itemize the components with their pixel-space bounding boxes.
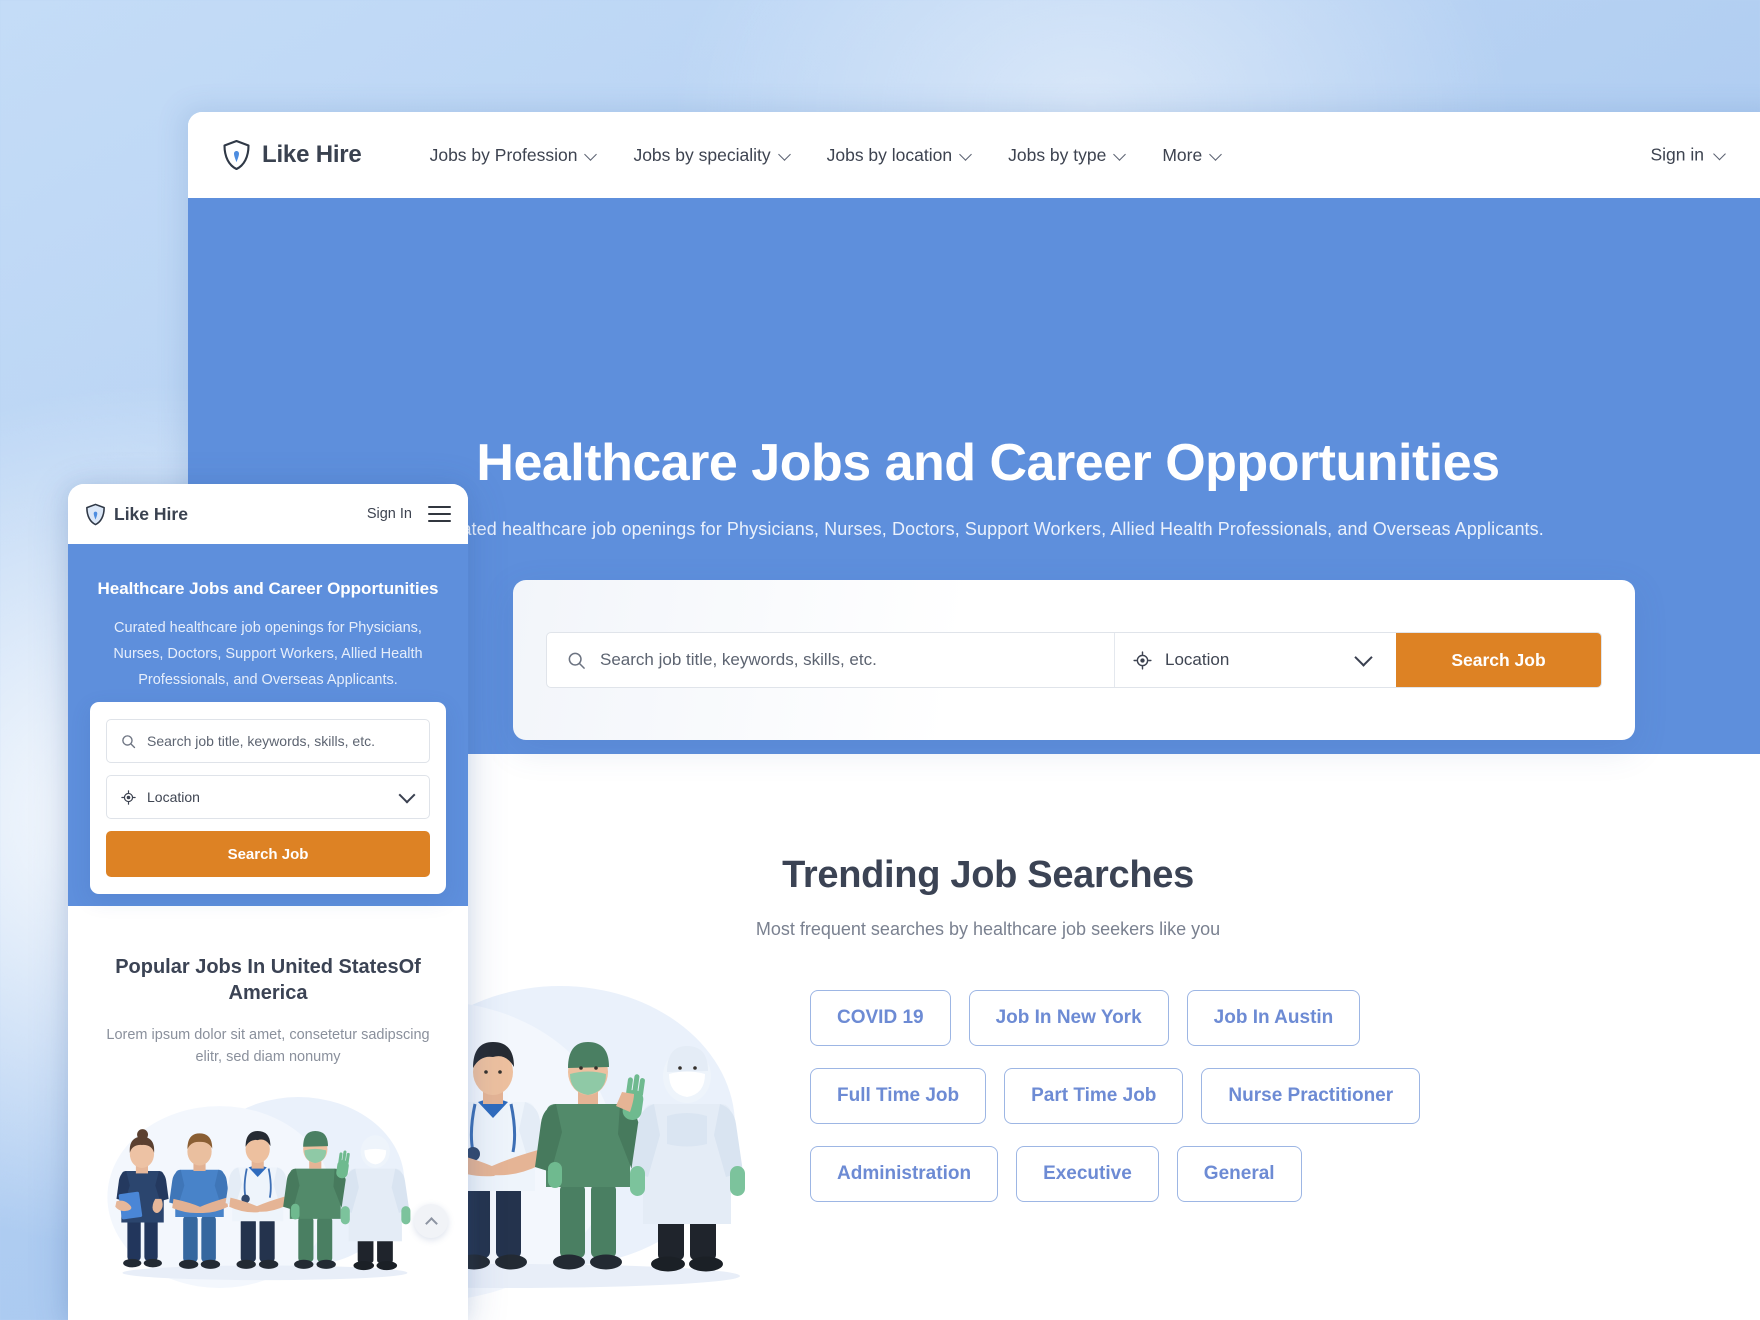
- mobile-device-mock: Like Hire Sign In Healthcare Jobs and Ca…: [68, 484, 468, 1320]
- search-job-button-label: Search Job: [1451, 649, 1546, 670]
- search-icon: [121, 734, 136, 749]
- desktop-navbar: Like Hire Jobs by Profession Jobs by spe…: [188, 112, 1760, 198]
- mobile-page-title: Healthcare Jobs and Career Opportunities: [97, 579, 439, 598]
- tag-label: Full Time Job: [837, 1085, 960, 1106]
- tag-full-time-job[interactable]: Full Time Job: [810, 1068, 987, 1124]
- tag-label: Executive: [1043, 1163, 1132, 1184]
- location-select[interactable]: Location: [1115, 633, 1396, 687]
- mobile-search-card: Search job title, keywords, skills, etc.…: [90, 702, 446, 894]
- mobile-navbar: Like Hire Sign In: [68, 484, 468, 544]
- search-card: Search job title, keywords, skills, etc.…: [513, 580, 1635, 740]
- tag-part-time-job[interactable]: Part Time Job: [1004, 1068, 1184, 1124]
- chevron-down-icon: [1115, 150, 1126, 161]
- desktop-nav-links: Jobs by Profession Jobs by speciality Jo…: [430, 145, 1223, 166]
- nav-item-label: Jobs by location: [826, 144, 953, 165]
- mobile-popular-subtitle: Lorem ipsum dolor sit amet, consetetur s…: [106, 1026, 430, 1066]
- page-title: Healthcare Jobs and Career Opportunities: [476, 434, 1500, 492]
- nav-item-jobs-by-type[interactable]: Jobs by type: [1008, 145, 1126, 166]
- tag-label: Nurse Practitioner: [1228, 1085, 1394, 1106]
- tag-label: General: [1203, 1163, 1275, 1184]
- nav-item-label: Jobs by type: [1008, 144, 1107, 165]
- nav-item-more[interactable]: More: [1162, 145, 1222, 166]
- search-row: Search job title, keywords, skills, etc.…: [546, 632, 1602, 688]
- nav-item-label: More: [1162, 144, 1203, 165]
- nav-item-label: Jobs by speciality: [633, 144, 771, 165]
- nav-item-jobs-by-profession[interactable]: Jobs by Profession: [430, 145, 598, 166]
- search-job-button[interactable]: Search Job: [1396, 633, 1601, 687]
- chevron-down-icon: [961, 150, 972, 161]
- tag-label: Job In New York: [995, 1007, 1142, 1028]
- shield-logo-icon: [85, 503, 106, 526]
- tag-row: COVID 19 Job In New York Job In Austin: [810, 990, 1760, 1046]
- chevron-down-icon: [401, 789, 413, 801]
- tag-administration[interactable]: Administration: [810, 1146, 999, 1202]
- mobile-search-input[interactable]: Search job title, keywords, skills, etc.: [106, 719, 430, 763]
- tag-general[interactable]: General: [1176, 1146, 1302, 1202]
- chevron-down-icon: [780, 150, 791, 161]
- mobile-search-placeholder: Search job title, keywords, skills, etc.: [147, 733, 375, 749]
- mobile-popular-title: Popular Jobs In United StatesOf America: [115, 956, 421, 1005]
- tag-nurse-practitioner[interactable]: Nurse Practitioner: [1201, 1068, 1421, 1124]
- chevron-up-icon: [424, 1216, 438, 1230]
- brand-logo[interactable]: Like Hire: [222, 139, 362, 171]
- search-input[interactable]: Search job title, keywords, skills, etc.: [547, 633, 1115, 687]
- tag-label: COVID 19: [837, 1007, 924, 1028]
- mobile-sign-in-button[interactable]: Sign In: [367, 506, 412, 522]
- mobile-location-select[interactable]: Location: [106, 775, 430, 819]
- trending-tag-list: COVID 19 Job In New York Job In Austin F…: [790, 976, 1760, 1202]
- tag-label: Administration: [837, 1163, 972, 1184]
- search-icon: [567, 651, 586, 670]
- mobile-search-job-button[interactable]: Search Job: [106, 831, 430, 877]
- nav-item-label: Jobs by Profession: [429, 144, 578, 165]
- tag-executive[interactable]: Executive: [1016, 1146, 1159, 1202]
- mobile-search-job-label: Search Job: [227, 845, 309, 863]
- location-target-icon: [121, 789, 136, 805]
- tag-job-in-austin[interactable]: Job In Austin: [1186, 990, 1361, 1046]
- sign-in-label: Sign in: [1650, 144, 1704, 165]
- hamburger-menu-icon[interactable]: [428, 505, 451, 523]
- mobile-brand-name: Like Hire: [114, 503, 188, 524]
- mobile-location-value: Location: [147, 789, 200, 805]
- mobile-nav-right: Sign In: [367, 505, 451, 523]
- location-target-icon: [1133, 650, 1152, 670]
- healthcare-workers-illustration: [94, 1091, 442, 1291]
- tag-label: Part Time Job: [1031, 1085, 1157, 1106]
- mobile-popular-section: Popular Jobs In United StatesOf America …: [68, 906, 468, 1291]
- scroll-to-top-button[interactable]: [414, 1204, 448, 1238]
- brand-name: Like Hire: [262, 141, 362, 168]
- mobile-hero-section: Healthcare Jobs and Career Opportunities…: [68, 544, 468, 906]
- chevron-down-icon: [586, 150, 597, 161]
- tag-label: Job In Austin: [1213, 1007, 1334, 1028]
- tag-covid-19[interactable]: COVID 19: [810, 990, 951, 1046]
- search-input-placeholder: Search job title, keywords, skills, etc.: [600, 650, 877, 669]
- tag-row: Full Time Job Part Time Job Nurse Practi…: [810, 1068, 1760, 1124]
- shield-logo-icon: [222, 139, 251, 171]
- sign-in-button[interactable]: Sign in: [1650, 145, 1726, 166]
- mobile-hero-subtitle: Curated healthcare job openings for Phys…: [113, 620, 423, 688]
- nav-item-jobs-by-speciality[interactable]: Jobs by speciality: [633, 145, 790, 166]
- mobile-brand-logo[interactable]: Like Hire: [85, 503, 188, 526]
- tag-row: Administration Executive General: [810, 1146, 1760, 1202]
- tag-job-in-new-york[interactable]: Job In New York: [968, 990, 1169, 1046]
- chevron-down-icon: [1357, 651, 1370, 664]
- location-value: Location: [1165, 650, 1230, 669]
- chevron-down-icon: [1715, 150, 1726, 161]
- nav-item-jobs-by-location[interactable]: Jobs by location: [827, 145, 973, 166]
- chevron-down-icon: [1211, 150, 1222, 161]
